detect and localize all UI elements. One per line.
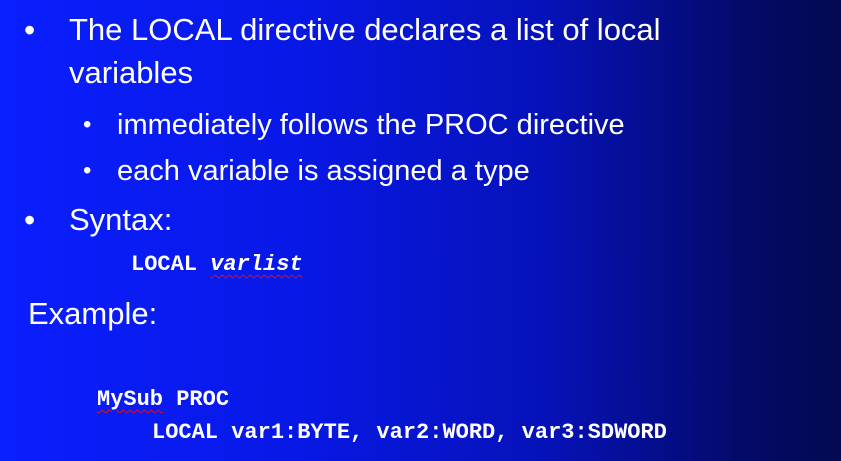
syntax-arg: varlist [210, 252, 303, 277]
sub-bullet-1: • [83, 111, 92, 138]
sub-bullet-1-text: immediately follows the PROC directive [117, 109, 625, 141]
syntax-code: LOCAL varlist [131, 250, 303, 280]
bullet-1-text-line2: variables [69, 55, 194, 90]
sub-bullet-2-text: each variable is assigned a type [117, 155, 530, 187]
example-label: Example: [28, 296, 158, 331]
sub-bullet-2: • [83, 157, 92, 184]
code-proc-keyword: PROC [176, 387, 230, 412]
code-proc-name: MySub [97, 387, 164, 412]
bullet-2: • [24, 202, 36, 238]
bullet-1: • [24, 12, 36, 48]
syntax-keyword: LOCAL [131, 252, 198, 277]
code-line-1: MySub PROC [97, 385, 229, 415]
slide: • The LOCAL directive declares a list of… [0, 0, 841, 461]
bullet-1-text-line1: The LOCAL directive declares a list of l… [69, 12, 661, 47]
bullet-2-text: Syntax: [69, 202, 173, 237]
code-line-2: LOCAL var1:BYTE, var2:WORD, var3:SDWORD [152, 420, 667, 445]
